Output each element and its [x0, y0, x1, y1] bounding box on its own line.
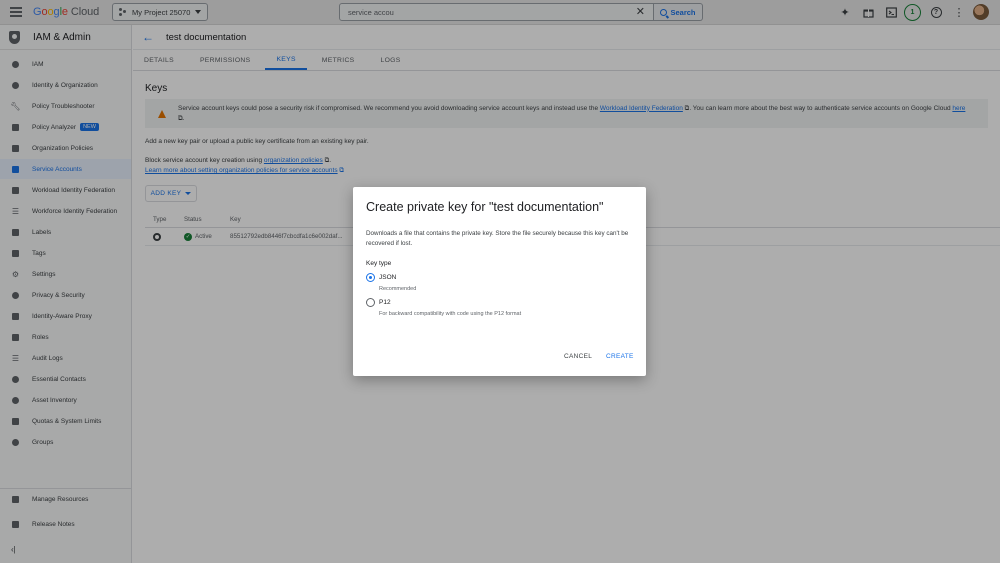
create-button[interactable]: CREATE [606, 353, 634, 360]
cancel-button[interactable]: CANCEL [564, 353, 592, 360]
dialog-title: Create private key for "test documentati… [366, 200, 604, 214]
json-label[interactable]: JSON [379, 274, 396, 281]
p12-label[interactable]: P12 [379, 299, 391, 306]
key-type-label: Key type [366, 260, 392, 267]
dialog-description: Downloads a file that contains the priva… [366, 230, 629, 247]
p12-radio[interactable] [366, 298, 375, 307]
create-private-key-dialog: Create private key for "test documentati… [353, 187, 646, 376]
json-hint: Recommended [379, 286, 417, 292]
json-radio[interactable] [366, 273, 375, 282]
p12-hint: For backward compatibility with code usi… [379, 311, 522, 317]
